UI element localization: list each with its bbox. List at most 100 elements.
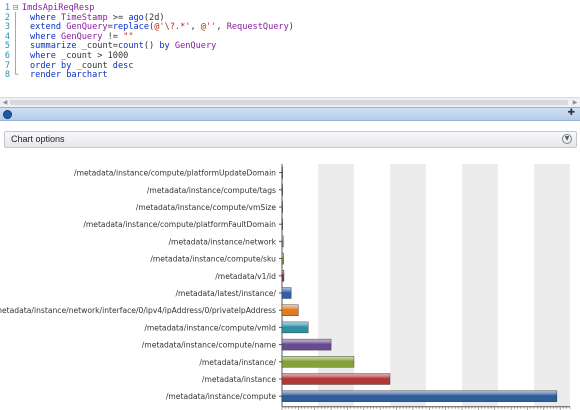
- results-pane: Chart options ▼ /metadata/instance/compu…: [0, 121, 580, 410]
- code-token: ,: [190, 22, 201, 33]
- bar[interactable]: [281, 184, 284, 196]
- bar[interactable]: [281, 338, 332, 351]
- bar[interactable]: [281, 321, 309, 334]
- code-token: _count: [76, 60, 113, 71]
- line-number: 6: [4, 51, 10, 61]
- category-label: /metadata/instance/compute/vmId: [144, 323, 276, 332]
- code-token: @'': [200, 22, 217, 33]
- bar[interactable]: [281, 235, 284, 248]
- bar[interactable]: [281, 166, 284, 179]
- scroll-right-icon[interactable]: ▶: [571, 98, 579, 107]
- bar[interactable]: [281, 201, 284, 213]
- category-label: /metadata/instance/network: [169, 237, 277, 246]
- code-text: render barchart: [30, 70, 108, 80]
- code-token: by: [159, 41, 175, 52]
- code-text: ImdsApiReqResp: [22, 3, 94, 13]
- line-number: 3: [4, 22, 10, 33]
- code-token: (2d): [143, 12, 165, 23]
- code-text: where GenQuery != "": [30, 32, 134, 42]
- pane-splitter[interactable]: ✚: [0, 107, 580, 121]
- fold-guide: │: [13, 51, 19, 61]
- bar[interactable]: [281, 218, 284, 230]
- line-number: 4: [4, 31, 10, 42]
- code-token: _count=: [81, 41, 118, 52]
- code-text: summarize _count=count() by GenQuery: [30, 41, 216, 51]
- pin-icon[interactable]: ✚: [567, 108, 575, 118]
- grid-band: [354, 164, 390, 407]
- bar[interactable]: [281, 373, 391, 385]
- bar[interactable]: [281, 287, 292, 299]
- code-token: RequestQuery: [226, 22, 289, 33]
- scrollbar-thumb[interactable]: [10, 100, 568, 105]
- code-token: "": [123, 31, 134, 42]
- category-label: /metadata/instance/compute/vmSize: [136, 203, 277, 212]
- grid-band: [426, 164, 462, 407]
- grid-band: [282, 164, 318, 407]
- code-token: where: [30, 31, 62, 42]
- code-token: by: [61, 60, 77, 71]
- category-label: /metadata/instance/: [199, 358, 276, 367]
- code-token: order: [30, 60, 62, 71]
- line-number: 1: [4, 3, 10, 13]
- code-text: order by _count desc: [30, 61, 134, 71]
- code-token: GenQuery: [61, 31, 103, 42]
- code-token: count: [117, 41, 144, 52]
- category-label: /metadata/instance/compute/sku: [150, 255, 276, 264]
- category-label: /metadata/instance: [202, 375, 276, 384]
- bar-chart: /metadata/instance/compute/platformUpdat…: [0, 164, 571, 410]
- bar[interactable]: [281, 356, 355, 368]
- code-token: barchart: [66, 70, 108, 81]
- line-number: 7: [4, 60, 10, 71]
- code-token: desc: [112, 60, 134, 71]
- category-label: /metadata/instance/compute/platformUpdat…: [74, 169, 276, 178]
- code-token: @'\?.*': [154, 22, 191, 33]
- code-token: GenQuery: [66, 22, 108, 33]
- code-token: ,: [216, 22, 227, 33]
- code-text: where TimeStamp >= ago(2d): [30, 13, 165, 23]
- code-token: GenQuery: [174, 41, 217, 52]
- code-token: >=: [107, 12, 129, 23]
- category-label: /metadata/instance/network/interface/0/i…: [0, 306, 276, 315]
- editor-horizontal-scrollbar[interactable]: ◀ ▶: [0, 97, 580, 107]
- code-token: (): [143, 41, 160, 52]
- code-token: ago: [128, 12, 144, 23]
- code-text: where _count > 1000: [30, 51, 128, 61]
- category-label: /metadata/instance/compute/name: [142, 341, 277, 350]
- code-text: extend GenQuery=replace(@'\?.*', @'', Re…: [30, 22, 294, 32]
- grid-band: [462, 164, 498, 407]
- line-number: 2: [4, 12, 10, 23]
- category-label: /metadata/instance/compute/tags: [147, 186, 276, 195]
- bar[interactable]: [281, 304, 299, 316]
- grid-band: [318, 164, 354, 407]
- line-number: 5: [4, 41, 10, 52]
- code-token: ): [288, 22, 294, 33]
- fold-guide: │: [13, 41, 19, 52]
- code-token: ImdsApiReqResp: [22, 3, 95, 13]
- grid-band: [534, 164, 570, 407]
- fold-guide: └: [13, 70, 19, 81]
- code-token: render: [30, 70, 67, 81]
- collapse-pane-icon[interactable]: [3, 110, 12, 119]
- code-token: TimeStamp: [61, 12, 108, 23]
- line-number: 8: [4, 70, 10, 81]
- code-token: !=: [102, 31, 124, 42]
- bar[interactable]: [281, 270, 285, 282]
- category-label: /metadata/latest/instance/: [175, 289, 276, 298]
- grid-band: [390, 164, 426, 407]
- fold-toggle-icon[interactable]: ⊟: [13, 3, 18, 13]
- query-editor[interactable]: 1 ⊟ ImdsApiReqResp 2 │ where TimeStamp >= ago…: [0, 0, 580, 98]
- category-label: /metadata/v1/id: [215, 272, 276, 281]
- fold-guide: │: [13, 22, 19, 33]
- bar[interactable]: [281, 390, 558, 402]
- code-token: extend: [30, 22, 67, 33]
- bar[interactable]: [281, 252, 284, 265]
- code-token: summarize: [30, 41, 82, 52]
- category-label: /metadata/instance/compute: [166, 392, 276, 401]
- chevron-down-icon[interactable]: ▼: [562, 134, 572, 144]
- code-token: where: [30, 51, 62, 61]
- scroll-left-icon[interactable]: ◀: [1, 98, 9, 107]
- chart-options-label: Chart options: [11, 134, 65, 144]
- chart-options-header[interactable]: Chart options ▼: [4, 131, 577, 148]
- code-token: _count > 1000: [61, 51, 129, 61]
- category-label: /metadata/instance/compute/platformFault…: [83, 220, 276, 229]
